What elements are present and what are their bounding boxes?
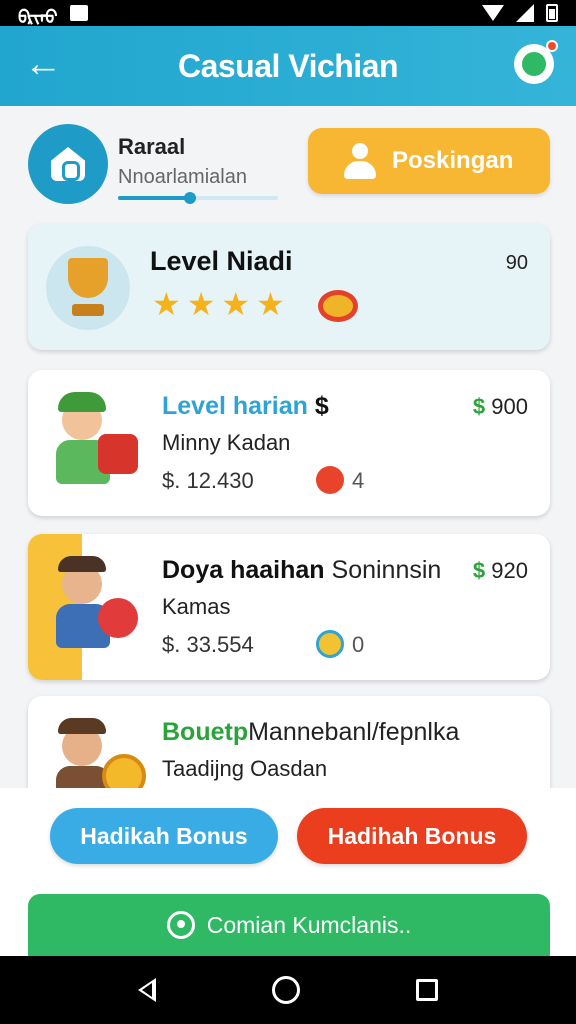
notification-badge (546, 40, 558, 52)
bonus-left-button[interactable]: Hadikah Bonus (50, 808, 278, 864)
task-card[interactable]: Level harian $ $ 900 Minny Kadan $. 12.4… (28, 370, 550, 516)
task-price: $ 900 (472, 394, 528, 419)
page-title: Casual Vichian (177, 47, 399, 84)
farmer-illustration (46, 392, 142, 492)
task-title: BouetpMannebanl/fepnlka (162, 718, 460, 746)
trophy-icon (46, 246, 130, 330)
family-illustration (46, 556, 142, 656)
task-price: $ 920 (472, 558, 528, 583)
home-icon (51, 147, 85, 181)
star-icon: ★ (152, 286, 181, 322)
profile-progress-bar (118, 192, 278, 204)
primary-action-label: Comian Kumclanis.. (206, 911, 412, 938)
wifi-icon (482, 5, 504, 21)
star-icon: ★ (186, 286, 216, 322)
nav-back-icon[interactable] (138, 978, 156, 1002)
chat-button[interactable] (514, 40, 558, 84)
battery-icon (546, 4, 558, 22)
task-card[interactable]: Doya haaihan Soninnsin $ 920 Kamas $. 33… (28, 534, 550, 680)
task-subtitle: Taadijng Oasdan (162, 756, 328, 781)
bonus-token-icon (316, 466, 344, 494)
avatar[interactable] (28, 124, 108, 204)
notification-icon (69, 5, 88, 21)
back-button[interactable]: ← (24, 45, 64, 84)
profile-name: Raraal (118, 134, 186, 159)
task-count: 0 (352, 632, 365, 657)
nav-home-icon[interactable] (272, 976, 300, 1004)
profile-subtitle: Nnoarlamialan (118, 166, 247, 188)
task-amount: $. 33.554 (162, 632, 254, 657)
chat-icon (166, 911, 195, 939)
task-count: 4 (352, 468, 365, 493)
primary-action-button[interactable]: Comian Kumclanis.. (28, 894, 550, 956)
level-value: 90 (505, 252, 528, 274)
bonus-token-icon (316, 630, 344, 658)
app-header: ← Casual Vichian (0, 26, 576, 106)
task-title: Level harian $ (162, 392, 329, 420)
task-title: Doya haaihan Soninnsin (162, 556, 442, 584)
status-bar: ᠪᠷᠢᠠᠣ (0, 0, 576, 27)
progress-fill (118, 196, 190, 200)
status-time: ᠪᠷᠢᠠᠣ (18, 6, 58, 27)
bonus-right-button[interactable]: Hadihah Bonus (297, 808, 527, 864)
task-amount: $. 12.430 (162, 468, 254, 493)
task-subtitle: Kamas (162, 594, 231, 619)
arrow-left-icon: ← (24, 43, 62, 85)
signal-icon (516, 4, 534, 22)
chat-bubble-icon (522, 52, 546, 76)
system-nav-bar (0, 956, 576, 1024)
task-subtitle: Minny Kadan (162, 430, 291, 455)
poskingan-label: Poskingan (392, 147, 514, 174)
person-icon (342, 143, 378, 179)
level-title: Level Niadi (150, 246, 293, 276)
star-rating: ★ ★ ★ ★ (152, 288, 285, 320)
coin-icon (318, 290, 358, 322)
poskingan-button[interactable]: Poskingan (308, 128, 550, 194)
star-icon: ★ (221, 286, 251, 322)
nav-recents-icon[interactable] (416, 979, 438, 1001)
level-card[interactable]: Level Niadi 90 ★ ★ ★ ★ (28, 224, 550, 350)
progress-knob (184, 192, 196, 204)
star-icon: ★ (256, 286, 285, 322)
